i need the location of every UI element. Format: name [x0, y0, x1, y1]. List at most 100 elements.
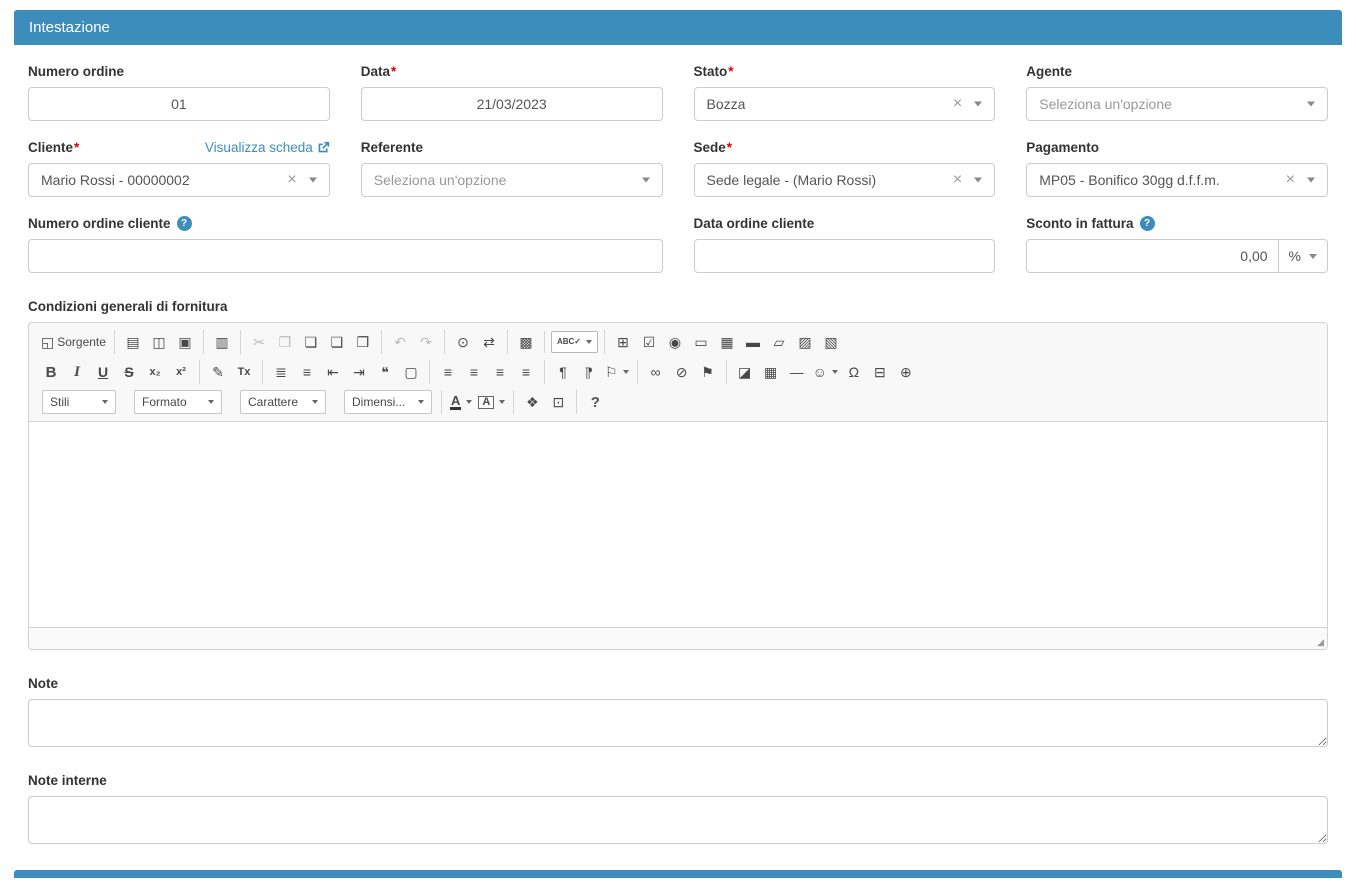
spell-check-button[interactable]: ABC✓ — [551, 331, 598, 353]
clear-icon[interactable]: × — [953, 172, 962, 188]
numbered-list-icon[interactable]: ≣ — [269, 360, 293, 384]
blockquote-icon[interactable]: ❝ — [373, 360, 397, 384]
bulleted-list-icon[interactable]: ≡ — [295, 360, 319, 384]
format-combo[interactable]: Formato — [134, 390, 222, 414]
copy-formatting-icon[interactable]: ✎ — [206, 360, 230, 384]
source-button[interactable]: ◱Sorgente — [39, 330, 108, 354]
resize-grip-icon[interactable]: ◢ — [1317, 638, 1324, 647]
clear-icon[interactable]: × — [287, 172, 296, 188]
select-field-icon[interactable]: ▬ — [741, 330, 765, 354]
align-left-icon[interactable]: ≡ — [436, 360, 460, 384]
note-textarea[interactable] — [28, 699, 1328, 747]
numero-ordine-input[interactable] — [28, 87, 330, 121]
radio-button-icon[interactable]: ◉ — [663, 330, 687, 354]
background-color-icon[interactable]: A — [476, 390, 507, 414]
external-link-icon — [317, 141, 330, 154]
increase-indent-icon[interactable]: ⇥ — [347, 360, 371, 384]
special-char-icon[interactable]: Ω — [842, 360, 866, 384]
note-interne-label: Note interne — [28, 773, 1328, 788]
link-icon[interactable]: ∞ — [644, 360, 668, 384]
hidden-field-icon[interactable]: ▧ — [819, 330, 843, 354]
textarea-icon[interactable]: ▦ — [715, 330, 739, 354]
print-icon[interactable]: ▣ — [173, 330, 197, 354]
editor-content-area[interactable] — [29, 422, 1327, 627]
strikethrough-icon[interactable]: S — [117, 360, 141, 384]
help-icon[interactable]: ? — [177, 216, 192, 231]
select-all-icon[interactable]: ▩ — [514, 330, 538, 354]
bidi-ltr-icon[interactable]: ¶ — [551, 360, 575, 384]
about-icon[interactable]: ? — [583, 390, 607, 414]
align-right-icon[interactable]: ≡ — [488, 360, 512, 384]
image-button-icon[interactable]: ▨ — [793, 330, 817, 354]
toolbar-group: ∞⊘⚑ — [637, 360, 726, 384]
required-asterisk: * — [728, 64, 733, 79]
sconto-in-fattura-input[interactable] — [1026, 239, 1278, 273]
smiley-icon[interactable]: ☺ — [811, 360, 840, 384]
form-icon[interactable]: ⊞ — [611, 330, 635, 354]
checkbox-icon[interactable]: ☑ — [637, 330, 661, 354]
page-break-icon[interactable]: ⊟ — [868, 360, 892, 384]
unlink-icon[interactable]: ⊘ — [670, 360, 694, 384]
superscript-icon[interactable]: x² — [169, 360, 193, 384]
undo-icon[interactable]: ↶ — [388, 330, 412, 354]
cliente-select[interactable]: Mario Rossi - 00000002 × — [28, 163, 330, 197]
editor-toolbar: ◱Sorgente▤◫▣▥✂❐❏❑❒↶↷⊙⇄▩ABC✓⊞☑◉▭▦▬▱▨▧BIUS… — [29, 323, 1327, 422]
replace-icon[interactable]: ⇄ — [477, 330, 501, 354]
italic-icon[interactable]: I — [65, 360, 89, 384]
pagamento-select[interactable]: MP05 - Bonifico 30gg d.f.f.m. × — [1026, 163, 1328, 197]
paste-icon[interactable]: ❏ — [299, 330, 323, 354]
editor-footer: ◢ — [29, 627, 1327, 649]
stato-select[interactable]: Bozza × — [694, 87, 996, 121]
note-interne-textarea[interactable] — [28, 796, 1328, 844]
stato-value: Bozza — [707, 96, 746, 112]
decrease-indent-icon[interactable]: ⇤ — [321, 360, 345, 384]
print-preview-icon[interactable]: ◫ — [147, 330, 171, 354]
bidi-rtl-icon[interactable]: ¶ — [577, 360, 601, 384]
table-icon[interactable]: ▦ — [759, 360, 783, 384]
size-combo[interactable]: Dimensi... — [344, 390, 432, 414]
data-ordine-cliente-input[interactable] — [694, 239, 996, 273]
font-combo[interactable]: Carattere — [240, 390, 326, 414]
remove-format-icon[interactable]: Tx — [232, 360, 256, 384]
data-input[interactable] — [361, 87, 663, 121]
paste-plain-text-icon[interactable]: ❑ — [325, 330, 349, 354]
show-blocks-icon[interactable]: ⊡ — [546, 390, 570, 414]
sconto-unit-select[interactable]: % — [1279, 239, 1328, 273]
align-justify-icon[interactable]: ≡ — [514, 360, 538, 384]
redo-icon[interactable]: ↷ — [414, 330, 438, 354]
text-field-icon[interactable]: ▭ — [689, 330, 713, 354]
paste-from-word-icon[interactable]: ❒ — [351, 330, 375, 354]
toolbar-group: ▤◫▣ — [114, 330, 203, 354]
toolbar-group: ✂❐❏❑❒ — [240, 330, 381, 354]
agente-select[interactable]: Seleziona un'opzione — [1026, 87, 1328, 121]
horizontal-rule-icon[interactable]: ― — [785, 360, 809, 384]
bold-icon[interactable]: B — [39, 360, 63, 384]
subscript-icon[interactable]: x₂ — [143, 360, 167, 384]
cut-icon[interactable]: ✂ — [247, 330, 271, 354]
div-container-icon[interactable]: ▢ — [399, 360, 423, 384]
anchor-icon[interactable]: ⚑ — [696, 360, 720, 384]
field-sede: Sede* Sede legale - (Mario Rossi) × — [694, 139, 996, 197]
align-center-icon[interactable]: ≡ — [462, 360, 486, 384]
styles-combo[interactable]: Stili — [42, 390, 116, 414]
export-pdf-icon[interactable]: ▤ — [121, 330, 145, 354]
numero-ordine-cliente-input[interactable] — [28, 239, 663, 273]
copy-icon[interactable]: ❐ — [273, 330, 297, 354]
text-color-icon[interactable]: A — [448, 390, 474, 414]
clear-icon[interactable]: × — [1286, 172, 1295, 188]
referente-select[interactable]: Seleziona un'opzione — [361, 163, 663, 197]
help-icon[interactable]: ? — [1140, 216, 1155, 231]
maximize-icon[interactable]: ❖ — [520, 390, 544, 414]
iframe-icon[interactable]: ⊕ — [894, 360, 918, 384]
button-icon[interactable]: ▱ — [767, 330, 791, 354]
toolbar-group: ◱Sorgente — [33, 330, 114, 354]
clear-icon[interactable]: × — [953, 96, 962, 112]
sede-select[interactable]: Sede legale - (Mario Rossi) × — [694, 163, 996, 197]
templates-icon[interactable]: ▥ — [210, 330, 234, 354]
intestazione-panel: Intestazione Numero ordine Data* Stato* … — [14, 10, 1342, 844]
underline-icon[interactable]: U — [91, 360, 115, 384]
find-icon[interactable]: ⊙ — [451, 330, 475, 354]
language-icon[interactable]: ⚐ — [603, 360, 631, 384]
image-icon[interactable]: ◪ — [733, 360, 757, 384]
visualizza-scheda-link[interactable]: Visualizza scheda — [205, 140, 330, 155]
